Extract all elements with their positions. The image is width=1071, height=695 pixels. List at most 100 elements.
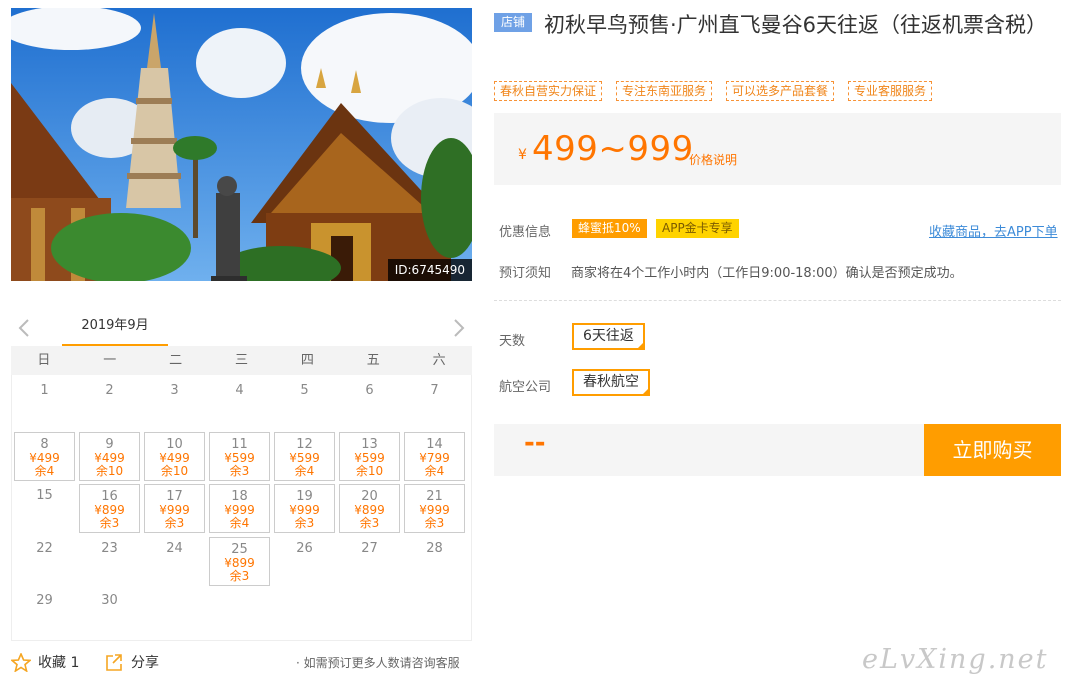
day-remaining: 余4	[424, 463, 445, 478]
day-number: 2	[105, 383, 114, 398]
day-number: 7	[430, 383, 439, 398]
day-price: ¥599	[354, 450, 385, 465]
calendar-day: 23	[79, 537, 140, 586]
day-price: ¥499	[159, 450, 190, 465]
days-label: 天数	[499, 334, 526, 349]
calendar-day-available[interactable]: 9 ¥499 余10	[79, 431, 140, 481]
day-number: 28	[426, 540, 443, 556]
favorite-button[interactable]: 收藏 1	[11, 652, 79, 672]
day-number: 19	[296, 489, 313, 504]
days-option-text: 6天往返	[583, 328, 634, 344]
day-number: 10	[166, 436, 183, 452]
photo-id-label: ID:6745490	[387, 259, 472, 281]
calendar-day-available[interactable]: 11 ¥599 余3	[209, 431, 270, 481]
day-number: 8	[40, 436, 49, 452]
day-remaining: 余3	[229, 568, 250, 583]
buy-now-button[interactable]: 立即购买	[924, 424, 1061, 476]
share-button[interactable]: 分享	[104, 652, 159, 672]
calendar-day-available[interactable]: 14 ¥799 余4	[404, 431, 465, 481]
calendar-day: 22	[14, 537, 75, 586]
calendar-day-available[interactable]: 8 ¥499 余4	[14, 431, 75, 481]
price-range: 499~999	[532, 129, 694, 169]
calendar-day-available[interactable]: 21 ¥999 余3	[404, 484, 465, 533]
weekday-tue: 二	[169, 353, 183, 368]
calendar-month-tab[interactable]: 2019年9月	[62, 312, 168, 346]
favorite-label: 收藏 1	[38, 655, 80, 671]
day-remaining: 余10	[95, 463, 124, 478]
day-number: 29	[36, 593, 53, 608]
calendar-day: 30	[79, 589, 140, 638]
calendar-weekday-row: 日 一 二 三 四 五 六	[11, 346, 472, 375]
day-number: 4	[235, 383, 244, 398]
day-remaining: 余3	[164, 516, 185, 530]
day-number: 23	[101, 540, 118, 556]
currency-symbol: ¥	[518, 147, 527, 163]
day-number: 30	[101, 593, 118, 608]
calendar-day: 1	[14, 379, 75, 428]
calendar-day-available[interactable]: 17 ¥999 余3	[144, 484, 205, 533]
service-tag: 专注东南亚服务	[616, 81, 713, 101]
day-number: 21	[426, 489, 443, 504]
chevron-left-icon[interactable]	[17, 318, 31, 338]
group-booking-note: · 如需预订更多人数请咨询客服	[296, 656, 460, 670]
temple-photo-illustration	[11, 8, 472, 281]
calendar-day-available[interactable]: 16 ¥899 余3	[79, 484, 140, 533]
calendar-day: 29	[14, 589, 75, 638]
selected-corner-icon	[635, 341, 645, 350]
divider	[494, 300, 1061, 301]
calendar-day: 26	[274, 537, 335, 586]
calendar-day-available[interactable]: 10 ¥499 余10	[144, 431, 205, 481]
day-number: 16	[101, 489, 118, 504]
airline-label: 航空公司	[499, 380, 552, 395]
airline-option-selected[interactable]: 春秋航空	[572, 369, 650, 396]
day-price: ¥599	[289, 450, 320, 465]
day-number: 18	[231, 489, 248, 504]
weekday-mon: 一	[103, 353, 117, 368]
selected-price-bar: --	[494, 424, 924, 476]
selected-price: --	[524, 428, 546, 458]
calendar-day: 2	[79, 379, 140, 428]
day-remaining: 余4	[229, 516, 250, 530]
calendar-day-available[interactable]: 25 ¥899 余3	[209, 536, 270, 586]
calendar-day: 5	[274, 379, 335, 428]
weekday-thu: 四	[300, 353, 314, 368]
calendar-day: 4	[209, 379, 270, 428]
calendar-day-available[interactable]: 12 ¥599 余4	[274, 431, 335, 481]
booking-notice-label: 预订须知	[499, 266, 552, 281]
honey-discount-chip: 蜂蜜抵10%	[572, 219, 647, 238]
day-remaining: 余10	[160, 463, 189, 478]
calendar-day: 15	[14, 484, 75, 533]
calendar-day: 27	[339, 537, 400, 586]
day-price: ¥499	[94, 450, 125, 465]
service-tags: 春秋自营实力保证 专注东南亚服务 可以选多产品套餐 专业客服服务	[494, 81, 933, 101]
day-number: 3	[170, 383, 179, 398]
selected-corner-icon	[641, 387, 650, 396]
day-number: 12	[296, 436, 313, 452]
chevron-right-icon[interactable]	[452, 318, 466, 338]
day-number: 13	[361, 436, 378, 452]
calendar-day: 24	[144, 537, 205, 586]
price-explanation-link[interactable]: 价格说明	[689, 151, 737, 168]
day-number: 15	[36, 488, 53, 503]
calendar-day-available[interactable]: 13 ¥599 余10	[339, 431, 400, 481]
day-remaining: 余4	[294, 463, 315, 478]
weekday-wed: 三	[235, 353, 249, 368]
day-number: 9	[105, 436, 114, 452]
service-tag: 专业客服服务	[848, 81, 933, 101]
calendar-day-available[interactable]: 20 ¥899 余3	[339, 484, 400, 533]
day-remaining: 余3	[359, 516, 380, 530]
product-title: 初秋早鸟预售·广州直飞曼谷6天往返（往返机票含税）	[544, 13, 1048, 37]
booking-notice-text: 商家将在4个工作小时内（工作日9:00-18:00）确认是否预定成功。	[571, 266, 963, 281]
watermark: eLvXing.net	[862, 644, 1049, 675]
day-number: 1	[40, 383, 49, 398]
discount-label: 优惠信息	[499, 225, 552, 240]
service-tag: 春秋自营实力保证	[494, 81, 603, 101]
day-remaining: 余10	[355, 463, 384, 478]
collect-go-app-link[interactable]: 收藏商品，去APP下单	[929, 221, 1058, 240]
calendar-day-available[interactable]: 19 ¥999 余3	[274, 484, 335, 533]
calendar-day-available[interactable]: 18 ¥999 余4	[209, 484, 270, 533]
days-option-selected[interactable]: 6天往返	[572, 323, 645, 350]
day-number: 22	[36, 540, 53, 556]
day-number: 25	[231, 541, 248, 557]
day-remaining: 余3	[99, 516, 120, 530]
